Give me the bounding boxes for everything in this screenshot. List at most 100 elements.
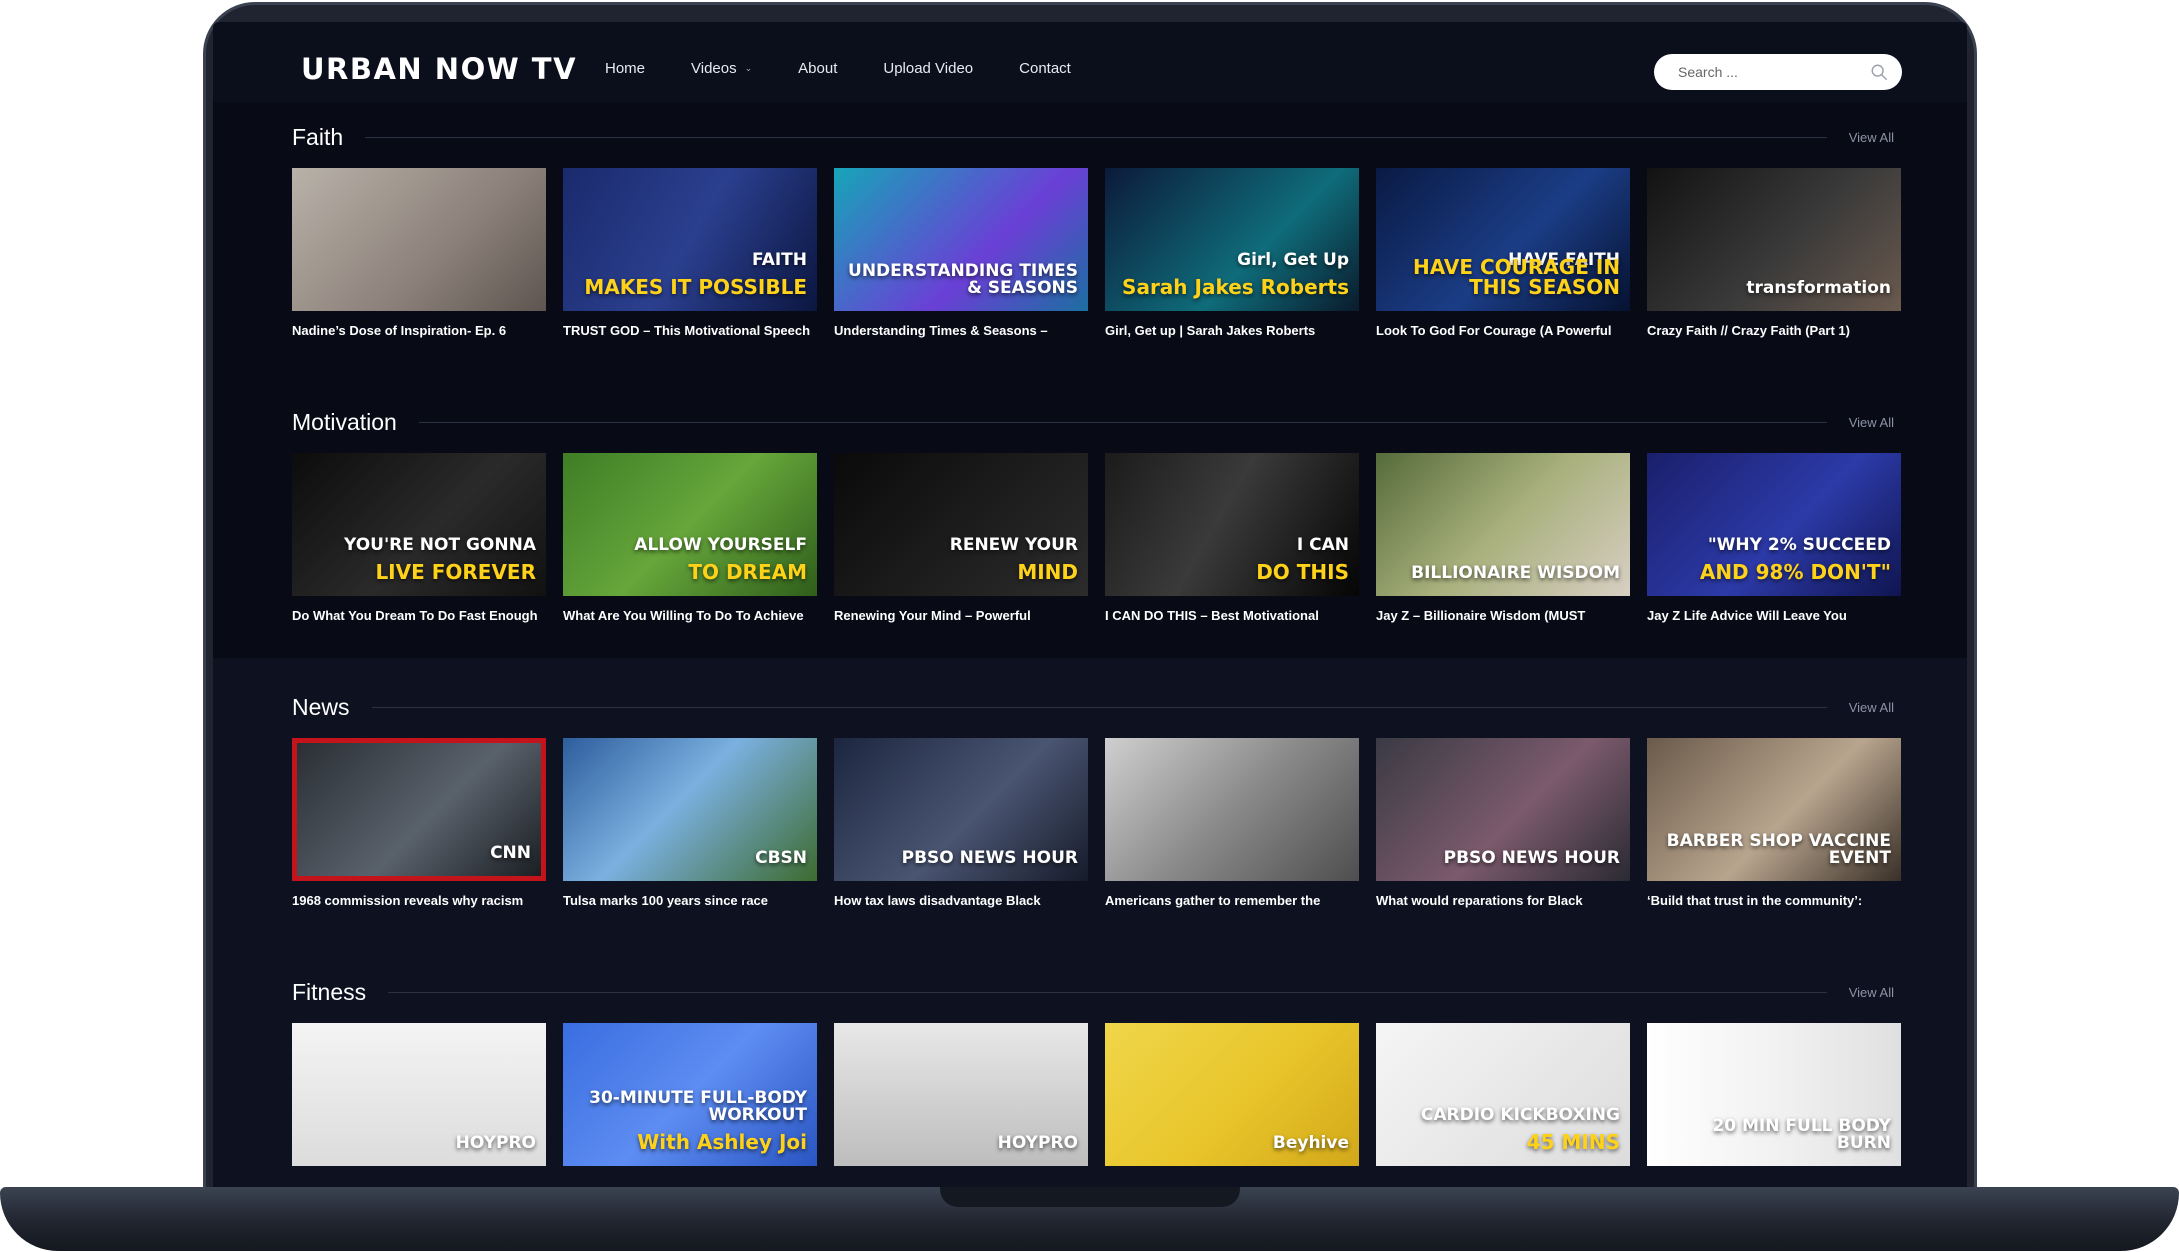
video-card[interactable]: HOYPRO <box>834 1023 1088 1166</box>
thumbnail-subtext: 45 MINS <box>1526 1130 1620 1154</box>
video-title[interactable]: Girl, Get up | Sarah Jakes Roberts <box>1105 323 1359 338</box>
video-title[interactable]: Jay Z Life Advice Will Leave You <box>1647 608 1901 623</box>
thumbnail-text: BARBER SHOP VACCINE EVENT <box>1666 831 1891 868</box>
section-divider <box>371 706 1827 708</box>
section-header: Motivation View All <box>292 407 1894 437</box>
video-thumbnail[interactable]: Girl, Get Up Sarah Jakes Roberts <box>1105 168 1359 311</box>
video-thumbnail[interactable]: I CAN DO THIS <box>1105 453 1359 596</box>
section-divider <box>418 421 1827 423</box>
nav-upload-video[interactable]: Upload Video <box>883 60 973 77</box>
video-thumbnail[interactable]: HAVE FAITH HAVE COURAGE IN THIS SEASON <box>1376 168 1630 311</box>
section-header: Fitness View All <box>292 977 1894 1007</box>
nav-home-label: Home <box>605 60 646 77</box>
video-title[interactable]: ‘Build that trust in the community’: <box>1647 893 1901 908</box>
video-card[interactable]: Nadine’s Dose of Inspiration- Ep. 6 <box>292 168 546 338</box>
video-thumbnail[interactable] <box>1105 738 1359 881</box>
video-card[interactable]: HOYPRO <box>292 1023 546 1166</box>
thumbnail-subtext: Sarah Jakes Roberts <box>1122 275 1349 299</box>
video-card[interactable]: RENEW YOUR MIND Renewing Your Mind – Power… <box>834 453 1088 623</box>
view-all-link[interactable]: View All <box>1849 985 1894 1000</box>
video-thumbnail[interactable]: BILLIONAIRE WISDOM <box>1376 453 1630 596</box>
thumbnail-text: CNN <box>490 843 531 863</box>
main-nav: Home Videos ⌄ About Upload Video Contact <box>605 60 1117 77</box>
video-thumbnail[interactable]: UNDERSTANDING TIMES & SEASONS <box>834 168 1088 311</box>
video-thumbnail[interactable]: "WHY 2% SUCCEED AND 98% DON'T" <box>1647 453 1901 596</box>
view-all-link[interactable]: View All <box>1849 415 1894 430</box>
section-fitness: Fitness View All HOYPRO 30-MINUTE FULL-BODY… <box>292 977 1901 1166</box>
nav-home[interactable]: Home <box>605 60 645 77</box>
video-card[interactable]: PBSO NEWS HOUR How tax laws disadvantage … <box>834 738 1088 908</box>
video-row: HOYPRO 30-MINUTE FULL-BODY WORKOUT With As… <box>292 1023 1901 1166</box>
search-input[interactable] <box>1678 64 1870 80</box>
thumbnail-text: BILLIONAIRE WISDOM <box>1411 563 1620 583</box>
video-title[interactable]: TRUST GOD – This Motivational Speech <box>563 323 817 338</box>
nav-contact[interactable]: Contact <box>1019 60 1071 77</box>
video-thumbnail[interactable]: HOYPRO <box>834 1023 1088 1166</box>
video-title[interactable]: Tulsa marks 100 years since race <box>563 893 817 908</box>
video-thumbnail[interactable] <box>292 168 546 311</box>
video-thumbnail[interactable]: CBSN <box>563 738 817 881</box>
video-thumbnail[interactable]: FAITH MAKES IT POSSIBLE <box>563 168 817 311</box>
video-card[interactable]: PBSO NEWS HOUR What would reparations for… <box>1376 738 1630 908</box>
browser-screen: URBAN NOW TV Home Videos ⌄ About Upload V… <box>213 22 1967 1187</box>
video-card[interactable]: CNN 1968 commission reveals why racism <box>292 738 546 908</box>
video-thumbnail[interactable]: 20 MIN FULL BODY BURN <box>1647 1023 1901 1166</box>
video-card[interactable]: 20 MIN FULL BODY BURN <box>1647 1023 1901 1166</box>
video-thumbnail[interactable]: HOYPRO <box>292 1023 546 1166</box>
video-thumbnail[interactable]: BARBER SHOP VACCINE EVENT <box>1647 738 1901 881</box>
search-box <box>1654 54 1902 90</box>
video-title[interactable]: Jay Z – Billionaire Wisdom (MUST <box>1376 608 1630 623</box>
nav-videos[interactable]: Videos ⌄ <box>691 60 752 77</box>
video-card[interactable]: FAITH MAKES IT POSSIBLE TRUST GOD – This M… <box>563 168 817 338</box>
video-card[interactable]: transformation Crazy Faith // Crazy Faith… <box>1647 168 1901 338</box>
video-title[interactable]: What Are You Willing To Do To Achieve <box>563 608 817 623</box>
thumbnail-subtext: MIND <box>1017 560 1078 584</box>
video-thumbnail[interactable]: transformation <box>1647 168 1901 311</box>
video-title[interactable]: Do What You Dream To Do Fast Enough <box>292 608 546 623</box>
video-card[interactable]: BARBER SHOP VACCINE EVENT ‘Build that tru… <box>1647 738 1901 908</box>
video-title[interactable]: Crazy Faith // Crazy Faith (Part 1) <box>1647 323 1901 338</box>
video-title[interactable]: Look To God For Courage (A Powerful <box>1376 323 1630 338</box>
video-card[interactable]: YOU'RE NOT GONNA LIVE FOREVER Do What You … <box>292 453 546 623</box>
thumbnail-text: UNDERSTANDING TIMES & SEASONS <box>848 261 1078 298</box>
thumbnail-text: ALLOW YOURSELF <box>634 535 807 555</box>
video-card[interactable]: Americans gather to remember the <box>1105 738 1359 908</box>
video-thumbnail[interactable]: PBSO NEWS HOUR <box>834 738 1088 881</box>
video-thumbnail[interactable]: CNN <box>292 738 546 881</box>
video-thumbnail[interactable]: 30-MINUTE FULL-BODY WORKOUT With Ashley J… <box>563 1023 817 1166</box>
video-card[interactable]: UNDERSTANDING TIMES & SEASONS Understandi… <box>834 168 1088 338</box>
video-title[interactable]: Nadine’s Dose of Inspiration- Ep. 6 <box>292 323 546 338</box>
video-card[interactable]: 30-MINUTE FULL-BODY WORKOUT With Ashley J… <box>563 1023 817 1166</box>
video-title[interactable]: Renewing Your Mind – Powerful <box>834 608 1088 623</box>
video-title[interactable]: I CAN DO THIS – Best Motivational <box>1105 608 1359 623</box>
view-all-link[interactable]: View All <box>1849 130 1894 145</box>
video-thumbnail[interactable]: CARDIO KICKBOXING 45 MINS <box>1376 1023 1630 1166</box>
thumbnail-text: HOYPRO <box>455 1133 536 1153</box>
video-thumbnail[interactable]: Beyhive <box>1105 1023 1359 1166</box>
video-card[interactable]: CBSN Tulsa marks 100 years since race <box>563 738 817 908</box>
nav-about[interactable]: About <box>798 60 837 77</box>
video-card[interactable]: Beyhive <box>1105 1023 1359 1166</box>
view-all-link[interactable]: View All <box>1849 700 1894 715</box>
section-title: Motivation <box>292 408 397 435</box>
video-title[interactable]: How tax laws disadvantage Black <box>834 893 1088 908</box>
video-card[interactable]: BILLIONAIRE WISDOM Jay Z – Billionaire Wi… <box>1376 453 1630 623</box>
video-title[interactable]: What would reparations for Black <box>1376 893 1630 908</box>
video-title[interactable]: Americans gather to remember the <box>1105 893 1359 908</box>
video-thumbnail[interactable]: RENEW YOUR MIND <box>834 453 1088 596</box>
video-card[interactable]: "WHY 2% SUCCEED AND 98% DON'T" Jay Z Life … <box>1647 453 1901 623</box>
thumbnail-subtext: AND 98% DON'T" <box>1699 560 1891 584</box>
search-icon[interactable] <box>1870 63 1888 81</box>
video-card[interactable]: HAVE FAITH HAVE COURAGE IN THIS SEASON Loo… <box>1376 168 1630 338</box>
thumbnail-text: PBSO NEWS HOUR <box>1443 848 1620 868</box>
video-card[interactable]: ALLOW YOURSELF TO DREAM What Are You Willi… <box>563 453 817 623</box>
video-card[interactable]: Girl, Get Up Sarah Jakes Roberts Girl, Get… <box>1105 168 1359 338</box>
video-thumbnail[interactable]: ALLOW YOURSELF TO DREAM <box>563 453 817 596</box>
video-title[interactable]: 1968 commission reveals why racism <box>292 893 546 908</box>
video-card[interactable]: I CAN DO THIS I CAN DO THIS – Best Motivat… <box>1105 453 1359 623</box>
video-thumbnail[interactable]: YOU'RE NOT GONNA LIVE FOREVER <box>292 453 546 596</box>
video-card[interactable]: CARDIO KICKBOXING 45 MINS <box>1376 1023 1630 1166</box>
site-logo[interactable]: URBAN NOW TV <box>301 52 577 86</box>
video-title[interactable]: Understanding Times & Seasons – <box>834 323 1088 338</box>
video-thumbnail[interactable]: PBSO NEWS HOUR <box>1376 738 1630 881</box>
